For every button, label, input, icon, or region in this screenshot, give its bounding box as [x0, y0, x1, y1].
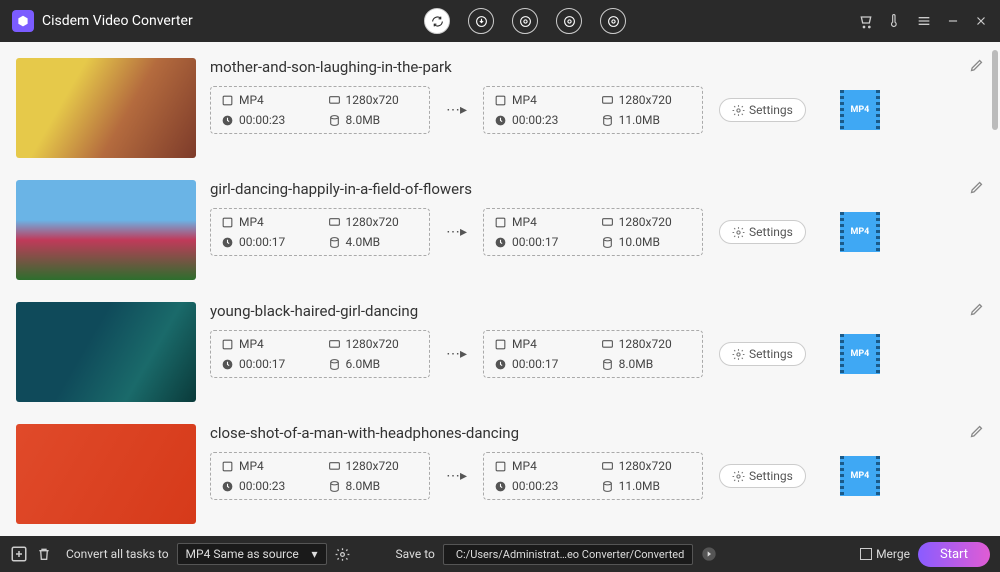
open-folder-button[interactable]	[701, 546, 717, 562]
source-info-box: MP4 1280x720 00:00:17 4.0MB	[210, 208, 430, 256]
merge-checkbox[interactable]: Merge	[860, 547, 910, 561]
rip-mode-icon[interactable]	[512, 8, 538, 34]
add-task-button[interactable]	[10, 545, 28, 563]
format-gear-icon[interactable]	[335, 547, 350, 562]
video-thumbnail[interactable]	[16, 58, 196, 158]
task-list: ⋯▸ Settings MP4 mother-and-son-laughing-…	[0, 42, 1000, 536]
output-format-badge[interactable]: MP4	[840, 334, 880, 374]
task-row: girl-dancing-happily-in-a-field-of-flowe…	[10, 172, 994, 294]
bottom-bar: Convert all tasks to MP4 Same as source▾…	[0, 536, 1000, 572]
target-info-box: MP4 1280x720 00:00:17 8.0MB	[483, 330, 703, 378]
cart-icon[interactable]	[858, 13, 874, 29]
task-row: mother-and-son-laughing-in-the-park MP4 …	[10, 50, 994, 172]
task-row: young-black-haired-girl-dancing MP4 1280…	[10, 294, 994, 416]
window-controls	[858, 13, 988, 29]
target-info-box: MP4 1280x720 00:00:23 11.0MB	[483, 86, 703, 134]
title-bar: ⬢ Cisdem Video Converter	[0, 0, 1000, 42]
task-row: close-shot-of-a-man-with-headphones-danc…	[10, 416, 994, 536]
output-format-badge[interactable]: MP4	[840, 90, 880, 130]
source-info-box: MP4 1280x720 00:00:23 8.0MB	[210, 86, 430, 134]
convert-all-label: Convert all tasks to	[66, 547, 169, 561]
video-thumbnail[interactable]	[16, 180, 196, 280]
video-thumbnail[interactable]	[16, 302, 196, 402]
arrow-icon: ⋯▸	[446, 102, 467, 118]
settings-button[interactable]: Settings	[719, 220, 806, 244]
task-title: close-shot-of-a-man-with-headphones-danc…	[210, 424, 988, 442]
task-title: mother-and-son-laughing-in-the-park	[210, 58, 988, 76]
save-to-label: Save to	[396, 547, 435, 561]
burn-mode-icon[interactable]	[556, 8, 582, 34]
task-title: girl-dancing-happily-in-a-field-of-flowe…	[210, 180, 988, 198]
menu-icon[interactable]	[916, 13, 932, 29]
start-button[interactable]: Start	[918, 542, 990, 567]
download-mode-icon[interactable]	[468, 8, 494, 34]
delete-task-button[interactable]	[36, 546, 52, 562]
thermometer-icon[interactable]	[888, 13, 902, 29]
arrow-icon: ⋯▸	[446, 224, 467, 240]
source-info-box: MP4 1280x720 00:00:23 8.0MB	[210, 452, 430, 500]
arrow-icon: ⋯▸	[446, 346, 467, 362]
task-title: young-black-haired-girl-dancing	[210, 302, 988, 320]
edit-pencil-icon[interactable]	[969, 58, 984, 77]
edit-pencil-icon[interactable]	[969, 180, 984, 199]
target-info-box: MP4 1280x720 00:00:23 11.0MB	[483, 452, 703, 500]
output-format-select[interactable]: MP4 Same as source▾	[177, 543, 327, 565]
settings-button[interactable]: Settings	[719, 342, 806, 366]
edit-pencil-icon[interactable]	[969, 302, 984, 321]
save-path-field[interactable]: C:/Users/Administrat…eo Converter/Conver…	[443, 544, 693, 565]
target-info-box: MP4 1280x720 00:00:17 10.0MB	[483, 208, 703, 256]
source-info-box: MP4 1280x720 00:00:17 6.0MB	[210, 330, 430, 378]
top-toolbar	[193, 8, 858, 34]
video-thumbnail[interactable]	[16, 424, 196, 524]
app-logo: ⬢	[12, 10, 34, 32]
edit-mode-icon[interactable]	[600, 8, 626, 34]
close-button[interactable]	[974, 14, 988, 28]
output-format-badge[interactable]: MP4	[840, 212, 880, 252]
edit-pencil-icon[interactable]	[969, 424, 984, 443]
settings-button[interactable]: Settings	[719, 464, 806, 488]
app-title: Cisdem Video Converter	[42, 13, 193, 29]
arrow-icon: ⋯▸	[446, 468, 467, 484]
output-format-badge[interactable]: MP4	[840, 456, 880, 496]
minimize-button[interactable]	[946, 14, 960, 28]
settings-button[interactable]: Settings	[719, 98, 806, 122]
convert-mode-icon[interactable]	[424, 8, 450, 34]
